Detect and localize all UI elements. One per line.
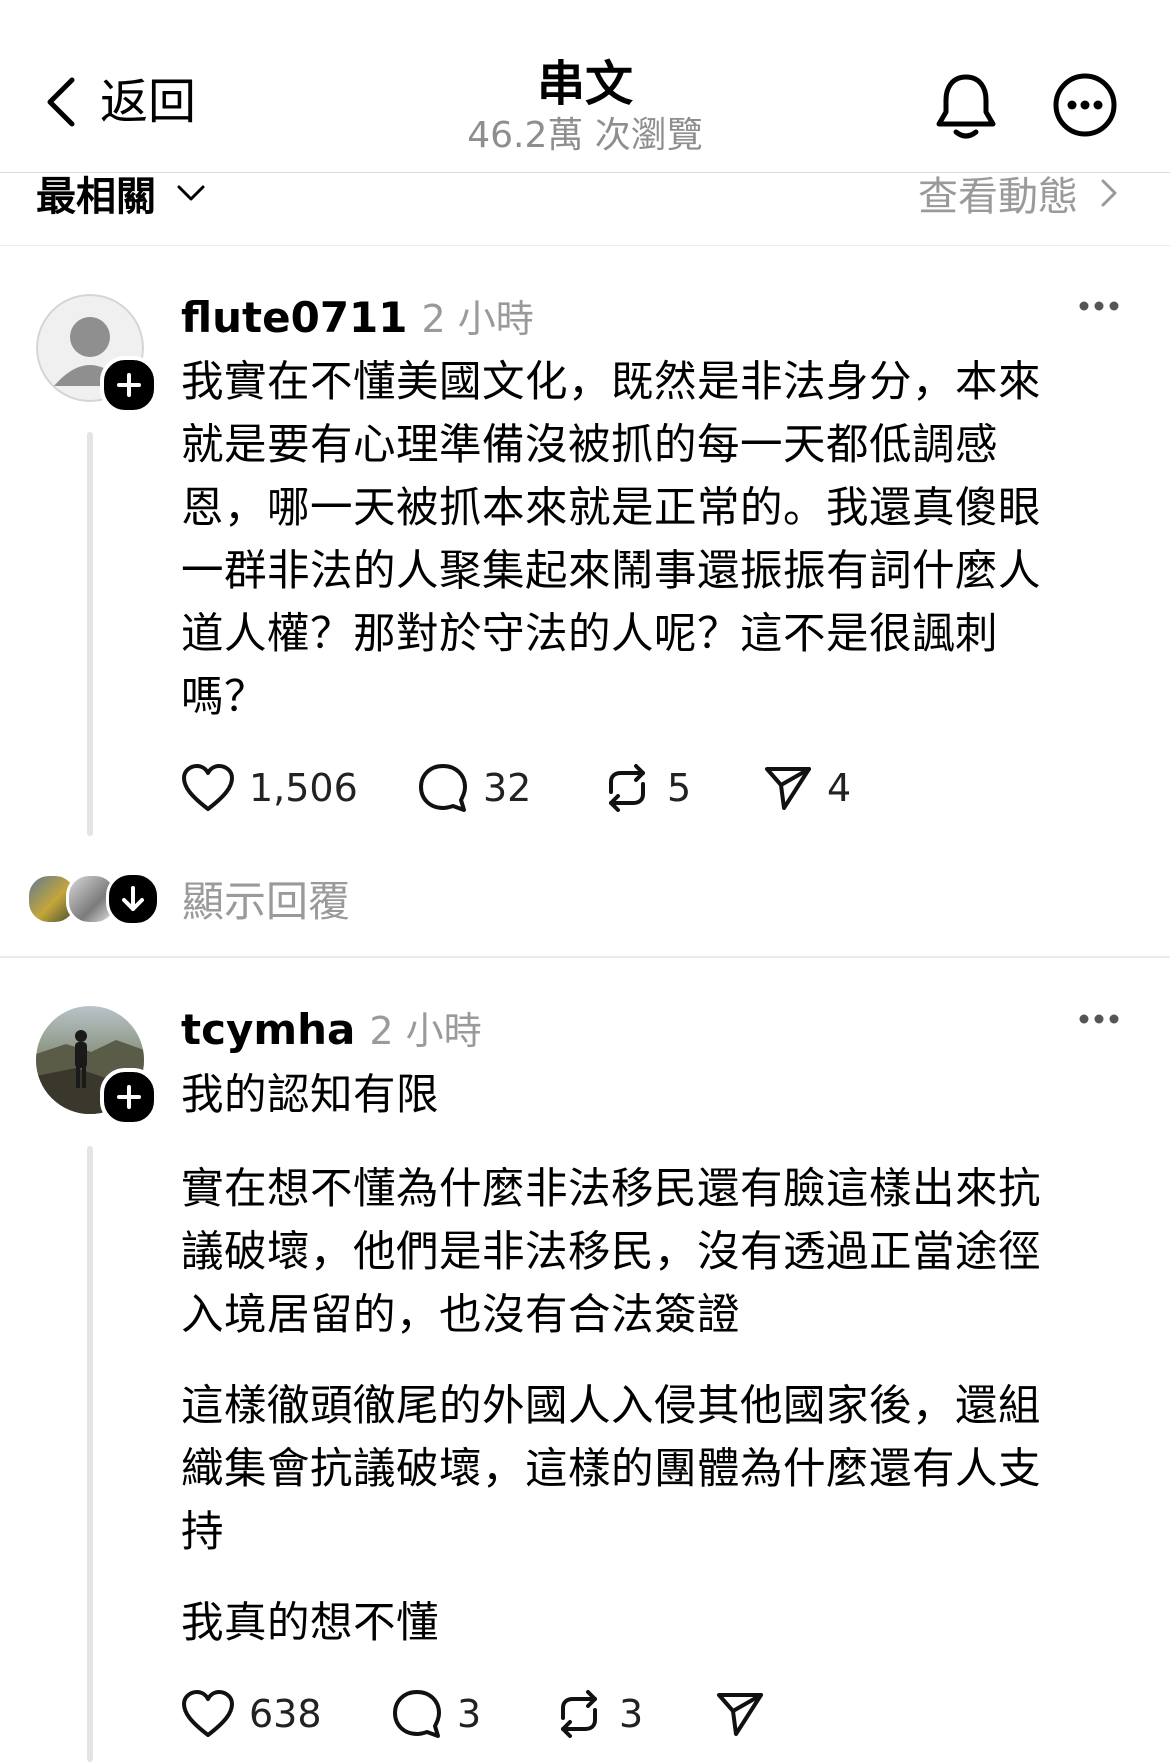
post-text-line: 實在想不懂為什麼非法移民還有臉這樣出來抗 [181,1165,1042,1214]
follow-button[interactable] [100,356,158,414]
repost-icon [609,764,645,812]
ellipsis-icon [1079,1014,1119,1024]
post-text-line: 這樣徹頭徹尾的外國人入侵其他國家後，還組 [181,1382,1042,1431]
comment-count: 3 [457,1692,482,1736]
post-body: 我的認知有限 [181,1064,1111,1127]
more-circle-icon [1053,73,1117,137]
show-replies-label: 顯示回覆 [182,877,351,926]
post-more-button[interactable] [1078,298,1120,317]
send-icon [765,767,811,810]
plus-icon [117,373,141,397]
post-paragraph: 實在想不懂為什麼非法移民還有臉這樣出來抗 議破壞，他們是非法移民，沒有透過正當途… [181,1158,1111,1347]
chevron-right-icon [1101,179,1117,207]
section-divider [0,956,1170,958]
follow-button[interactable] [100,1068,158,1126]
repost-icon [561,1690,597,1738]
share-button[interactable] [715,1690,779,1738]
post-paragraph: 這樣徹頭徹尾的外國人入侵其他國家後，還組 織集會抗議破壞，這樣的團體為什麼還有人… [181,1375,1111,1564]
action-bar: 638 3 3 [181,1688,779,1740]
thread-line [87,1146,93,1762]
like-button[interactable]: 638 [181,1689,391,1739]
bell-icon [936,74,996,139]
like-button[interactable]: 1,506 [181,763,417,813]
thread-line [87,432,93,836]
post-text-line: 入境居留的，也沒有合法簽證 [181,1291,741,1340]
post-text-line: 持 [181,1508,225,1557]
comment-count: 32 [483,766,532,810]
post-text-line: 恩，哪一天被抓本來就是正常的。我還真傻眼 [181,484,1042,533]
post-text-line: 織集會抗議破壞，這樣的團體為什麼還有人支 [181,1445,1042,1494]
send-icon [717,1693,763,1736]
more-options-button[interactable] [1052,72,1118,142]
post-text-line: 我實在不懂美國文化，既然是非法身分，本來 [181,358,1042,407]
notifications-button[interactable] [934,72,998,146]
action-bar: 1,506 32 5 4 [181,762,851,814]
repost-button[interactable]: 3 [553,1688,715,1740]
expand-replies-button[interactable] [106,871,160,926]
heart-icon [182,764,234,811]
heart-icon [182,1690,234,1737]
post-meta: tcymha 2 小時 [181,1000,482,1055]
header-divider [0,172,1170,173]
repost-button[interactable]: 5 [601,762,763,814]
show-replies-row[interactable]: 顯示回覆 [26,868,350,929]
post-text-line: 一群非法的人聚集起來鬧事還振振有詞什麼人 [181,547,1042,596]
timestamp: 2 小時 [421,297,534,341]
repost-count: 5 [667,766,692,810]
post-text-line: 嗎？ [181,673,268,722]
post-paragraph: 我真的想不懂 [181,1592,1111,1655]
comment-bubble-icon [419,764,467,812]
post-text-line: 議破壞，他們是非法移民，沒有透過正當途徑 [181,1228,1042,1277]
post-text-line: 就是要有心理準備沒被抓的每一天都低調感 [181,421,999,470]
post-text-line: 我的認知有限 [181,1071,440,1120]
ellipsis-icon [1079,301,1119,311]
repost-count: 3 [619,1692,644,1736]
comment-bubble-icon [393,1690,441,1738]
username[interactable]: tcymha [181,1005,355,1054]
username[interactable]: flute0711 [181,293,408,342]
post-body: 我實在不懂美國文化，既然是非法身分，本來 就是要有心理準備沒被抓的每一天都低調感… [181,351,1111,729]
post-text-line: 道人權？那對於守法的人呢？這不是很諷刺 [181,610,999,659]
comment-button[interactable]: 3 [391,1688,553,1740]
like-count: 638 [249,1692,322,1736]
chevron-down-icon [177,185,205,201]
post-text-line: 我真的想不懂 [181,1599,440,1648]
timestamp: 2 小時 [369,1009,482,1053]
share-button[interactable]: 4 [763,764,851,812]
comment-button[interactable]: 32 [417,762,601,814]
top-navigation-bar: 返回 串文 46.2萬 次瀏覽 [0,0,1170,173]
arrow-down-icon [122,885,144,911]
plus-icon [117,1085,141,1109]
post-meta: flute0711 2 小時 [181,288,534,343]
share-count: 4 [827,766,852,810]
post-more-button[interactable] [1078,1011,1120,1030]
like-count: 1,506 [249,766,358,810]
